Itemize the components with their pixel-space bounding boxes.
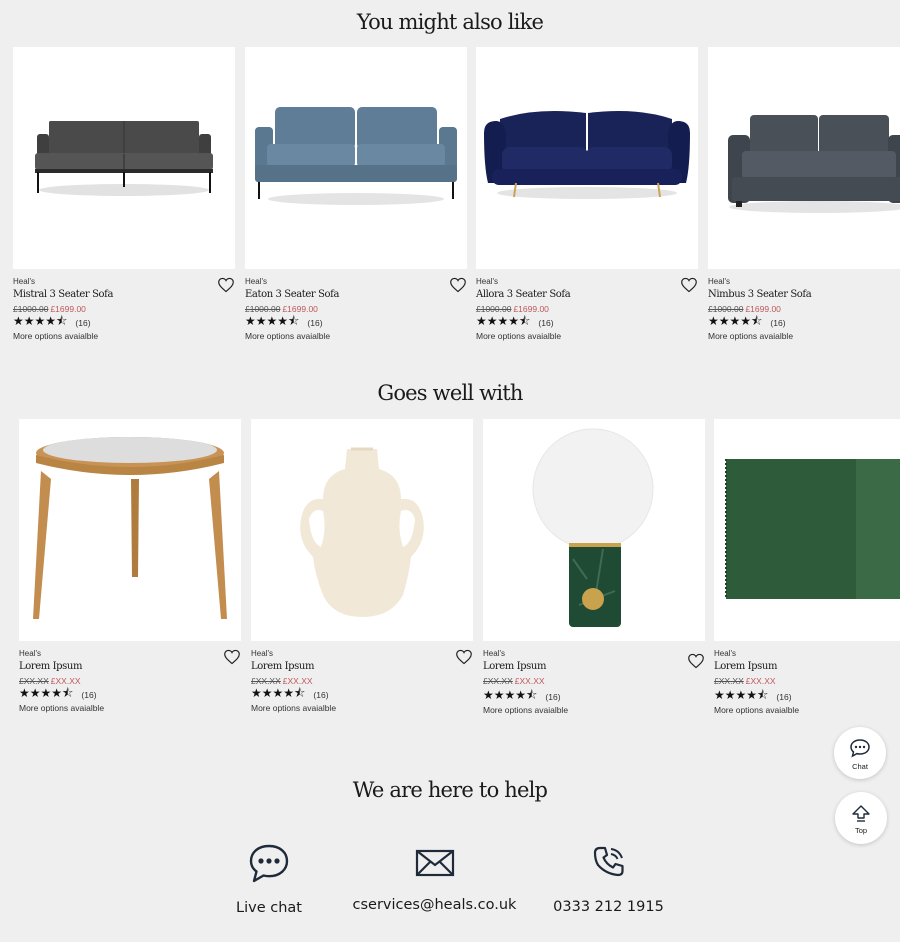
heart-icon[interactable]	[449, 277, 467, 293]
review-count: (16)	[313, 689, 329, 700]
product-brand: Heal's	[476, 277, 498, 286]
heart-icon[interactable]	[687, 653, 705, 669]
phone-link[interactable]: 0333 212 1915	[551, 845, 666, 915]
more-options: More options avaialble	[483, 705, 569, 715]
product-image[interactable]	[245, 47, 467, 269]
heart-icon[interactable]	[217, 277, 235, 293]
phone-icon	[593, 846, 624, 877]
more-options: More options avaialble	[13, 331, 99, 341]
envelope-icon	[415, 849, 454, 877]
top-label: Top	[854, 826, 868, 835]
chat-button[interactable]: Chat	[834, 727, 886, 779]
sale-price: £XX.XX	[514, 676, 545, 686]
product-card[interactable]: Heal's Allora 3 Seater Sofa £1000.00 £169…	[476, 47, 698, 343]
arrow-up-icon	[852, 805, 870, 822]
product-rating: ★★★★⯪ (16)	[19, 686, 241, 702]
product-rating: ★★★★⯪ (16)	[714, 688, 900, 704]
sale-price: £XX.XX	[745, 676, 776, 686]
product-name[interactable]: Lorem Ipsum	[19, 659, 241, 675]
product-image[interactable]	[19, 419, 241, 641]
product-card[interactable]: Heal's Lorem Ipsum £XX.XX £XX.XX ★★★★⯪ (16…	[251, 419, 473, 715]
review-count: (16)	[770, 317, 786, 328]
chat-label: Chat	[852, 762, 868, 771]
email-address[interactable]: cservices@heals.co.uk	[349, 897, 520, 913]
review-count: (16)	[75, 317, 91, 328]
product-name[interactable]: Nimbus 3 Seater Sofa	[708, 287, 900, 303]
heart-icon[interactable]	[680, 277, 698, 293]
more-options: More options avaialble	[251, 703, 337, 713]
review-count: (16)	[307, 317, 323, 328]
product-image[interactable]	[476, 47, 698, 269]
product-brand: Heal's	[19, 649, 41, 658]
email-link[interactable]: cservices@heals.co.uk	[349, 848, 520, 913]
product-brand: Heal's	[251, 649, 273, 658]
product-image[interactable]	[13, 47, 235, 269]
product-card[interactable]: Heal's Lorem Ipsum £XX.XX £XX.XX ★★★★⯪ (16…	[714, 419, 900, 717]
section-title-pairs: Goes well with	[377, 381, 523, 405]
chat-bubble-icon	[850, 739, 870, 758]
product-brand: Heal's	[245, 277, 267, 286]
live-chat-link[interactable]: Live chat	[219, 843, 319, 916]
original-price: £XX.XX	[714, 676, 744, 686]
product-image[interactable]	[483, 419, 705, 641]
product-name[interactable]: Lorem Ipsum	[251, 659, 473, 675]
product-rating: ★★★★⯪ (16)	[13, 314, 235, 330]
original-price: £XX.XX	[483, 676, 513, 686]
phone-number[interactable]: 0333 212 1915	[551, 899, 666, 915]
product-name[interactable]: Eaton 3 Seater Sofa	[245, 287, 467, 303]
product-card[interactable]: Heal's Nimbus 3 Seater Sofa £1000.00 £169…	[708, 47, 900, 343]
product-brand: Heal's	[708, 277, 730, 286]
more-options: More options avaialble	[245, 331, 331, 341]
heart-icon[interactable]	[223, 649, 241, 665]
live-chat-text: Live chat	[236, 900, 302, 916]
product-rating: ★★★★⯪ (16)	[245, 314, 467, 330]
review-count: (16)	[545, 691, 561, 702]
section-title-help: We are here to help	[352, 778, 548, 802]
product-card[interactable]: Heal's Lorem Ipsum £XX.XX £XX.XX ★★★★⯪ (16…	[483, 419, 705, 717]
product-card[interactable]: Heal's Lorem Ipsum £XX.XX £XX.XX ★★★★⯪ (16…	[19, 419, 241, 715]
product-name[interactable]: Lorem Ipsum	[714, 659, 900, 675]
product-image[interactable]	[714, 419, 900, 641]
heart-icon[interactable]	[455, 649, 473, 665]
review-count: (16)	[776, 691, 792, 702]
product-card[interactable]: Heal's Mistral 3 Seater Sofa £1000.00 £16…	[13, 47, 235, 343]
more-options: More options avaialble	[19, 703, 105, 713]
product-brand: Heal's	[714, 649, 736, 658]
product-rating: ★★★★⯪ (16)	[251, 686, 473, 702]
more-options: More options avaialble	[476, 331, 562, 341]
product-name[interactable]: Allora 3 Seater Sofa	[476, 287, 698, 303]
more-options: More options avaialble	[708, 331, 794, 341]
product-rating: ★★★★⯪ (16)	[483, 688, 705, 704]
product-brand: Heal's	[13, 277, 35, 286]
product-rating: ★★★★⯪ (16)	[476, 314, 698, 330]
product-image[interactable]	[251, 419, 473, 641]
product-card[interactable]: Heal's Eaton 3 Seater Sofa £1000.00 £1699…	[245, 47, 467, 343]
product-name[interactable]: Lorem Ipsum	[483, 659, 705, 675]
chat-bubble-icon	[249, 844, 289, 883]
product-image[interactable]	[708, 47, 900, 269]
review-count: (16)	[81, 689, 97, 700]
product-name[interactable]: Mistral 3 Seater Sofa	[13, 287, 235, 303]
product-rating: ★★★★⯪ (16)	[708, 314, 900, 330]
more-options: More options avaialble	[714, 705, 800, 715]
section-title-recommended: You might also like	[356, 10, 544, 34]
review-count: (16)	[538, 317, 554, 328]
product-brand: Heal's	[483, 649, 505, 658]
